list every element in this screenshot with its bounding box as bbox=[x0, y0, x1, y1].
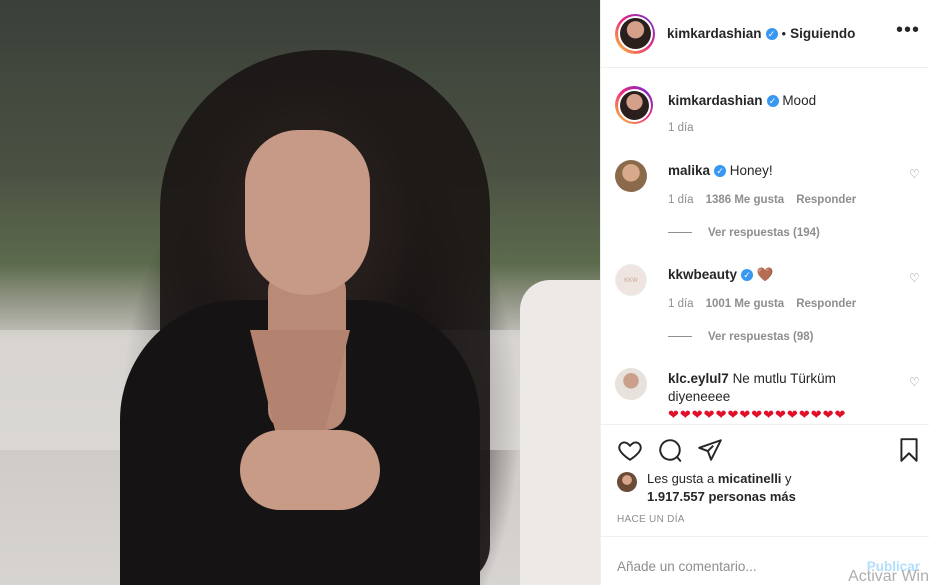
comment-like-heart-icon[interactable]: ♡ bbox=[909, 272, 921, 284]
verified-badge-icon: ✓ bbox=[766, 95, 779, 108]
author-username[interactable]: kimkardashian bbox=[667, 26, 762, 41]
comment-age: 1 día bbox=[668, 298, 694, 310]
likes-count[interactable]: 1.917.557 personas más bbox=[647, 489, 796, 504]
photo-hands bbox=[240, 430, 380, 510]
comment-text: 🤎 bbox=[756, 267, 774, 282]
comment-avatar[interactable]: KKW bbox=[615, 264, 647, 296]
post-header: kimkardashian ✓ • Siguiendo ••• bbox=[601, 0, 929, 68]
comment-like-heart-icon[interactable]: ♡ bbox=[909, 168, 921, 180]
photo-background-tub-edge bbox=[520, 280, 600, 585]
reply-button[interactable]: Responder bbox=[796, 298, 856, 310]
comment-username[interactable]: klc.eylul7 bbox=[668, 371, 729, 386]
post-actions-bar bbox=[601, 424, 929, 475]
verified-badge-icon: ✓ bbox=[741, 269, 754, 282]
comments-list[interactable]: kimkardashian ✓ Mood 1 día malika ✓ Honey!… bbox=[601, 68, 929, 424]
post-timestamp[interactable]: HACE UN DÍA bbox=[617, 514, 685, 525]
caption-row: kimkardashian ✓ Mood 1 día bbox=[615, 86, 915, 146]
author-avatar[interactable] bbox=[615, 13, 655, 54]
caption-avatar[interactable] bbox=[615, 86, 653, 124]
save-bookmark-icon[interactable] bbox=[896, 437, 922, 463]
liker-avatar[interactable] bbox=[617, 472, 637, 492]
comment-hearts: ❤❤❤❤❤❤❤❤❤❤❤❤❤❤❤ bbox=[668, 407, 847, 422]
view-replies-button[interactable]: Ver respuestas (194) bbox=[668, 227, 820, 239]
reply-button[interactable]: Responder bbox=[796, 194, 856, 206]
likes-prefix: Les gusta a bbox=[647, 471, 715, 486]
comment-row: klc.eylul7 Ne mutlu Türküm diyeneeee ❤❤❤… bbox=[615, 368, 920, 424]
caption-age: 1 día bbox=[668, 122, 694, 134]
comment-likes-count[interactable]: 1001 Me gusta bbox=[706, 298, 785, 310]
verified-badge-icon: ✓ bbox=[714, 165, 727, 178]
likes-suffix: y bbox=[785, 471, 792, 486]
verified-badge-icon: ✓ bbox=[765, 27, 778, 40]
add-comment-input[interactable]: Añade un comentario... bbox=[617, 559, 757, 574]
like-heart-icon[interactable] bbox=[617, 437, 643, 463]
post-photo[interactable] bbox=[0, 0, 600, 585]
comment-like-heart-icon[interactable]: ♡ bbox=[909, 376, 921, 388]
comment-bubble-icon[interactable] bbox=[657, 437, 683, 463]
comment-text: Honey! bbox=[729, 163, 773, 178]
comment-row: KKW kkwbeauty ✓ 🤎 ♡ 1 día 1001 Me gusta Res… bbox=[615, 264, 920, 354]
photo-face bbox=[245, 130, 370, 295]
follow-status-button[interactable]: Siguiendo bbox=[790, 26, 855, 41]
comment-likes-count[interactable]: 1386 Me gusta bbox=[706, 194, 785, 206]
more-horizontal-icon[interactable]: ••• bbox=[896, 20, 920, 40]
caption-text: Mood bbox=[782, 93, 817, 108]
comment-avatar[interactable] bbox=[615, 368, 647, 400]
comment-avatar[interactable] bbox=[615, 160, 647, 192]
separator-dot: • bbox=[781, 26, 787, 41]
os-activation-watermark: Activar Win bbox=[848, 568, 929, 585]
post-side-panel: kimkardashian ✓ • Siguiendo ••• kimkarda… bbox=[600, 0, 929, 585]
liker-username[interactable]: micatinelli bbox=[718, 471, 782, 486]
share-paper-plane-icon[interactable] bbox=[697, 437, 723, 463]
comment-row: malika ✓ Honey! ♡ 1 día 1386 Me gusta Respo… bbox=[615, 160, 920, 250]
comment-age: 1 día bbox=[668, 194, 694, 206]
comment-username[interactable]: kkwbeauty bbox=[668, 267, 737, 282]
caption-username[interactable]: kimkardashian bbox=[668, 93, 763, 108]
view-replies-button[interactable]: Ver respuestas (98) bbox=[668, 331, 813, 343]
comment-username[interactable]: malika bbox=[668, 163, 710, 178]
